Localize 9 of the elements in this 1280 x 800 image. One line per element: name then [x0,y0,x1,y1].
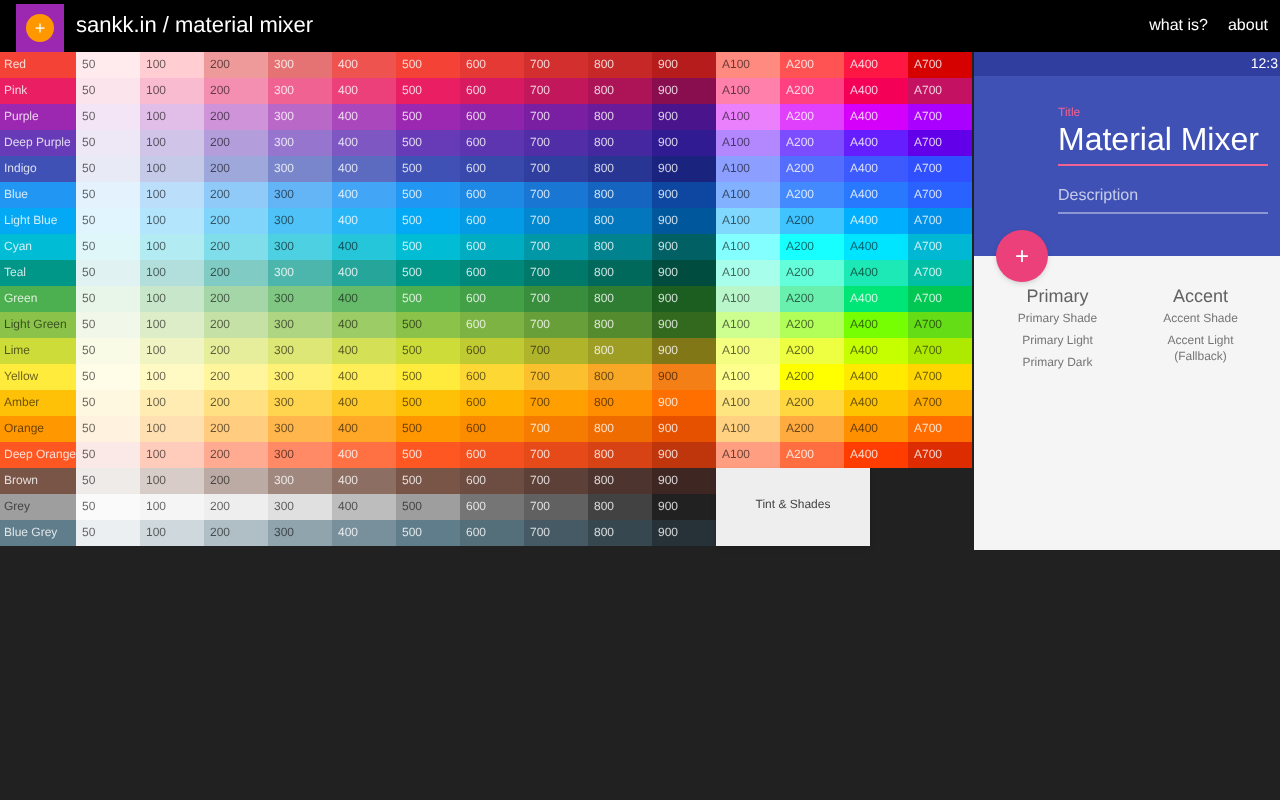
column-heading: Primary [1026,288,1089,306]
column-heading: Accent [1172,288,1228,306]
description-field[interactable]: Description [1058,184,1268,214]
nav-link[interactable]: what is? [1149,14,1208,38]
add-fab[interactable]: + [996,230,1048,282]
site-title: sankk.in / material mixer [76,11,314,42]
logo-symbol: + [26,14,54,42]
title-field[interactable]: Material Mixer [1058,126,1268,166]
nav-link[interactable]: about [1227,14,1268,38]
